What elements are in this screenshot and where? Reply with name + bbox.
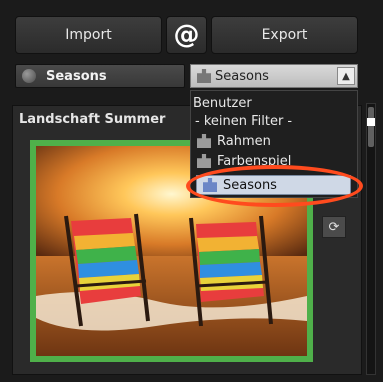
panel-title: Landschaft Summer (19, 112, 166, 127)
puzzle-icon (197, 154, 211, 168)
preset-label: Seasons (46, 68, 107, 84)
dropdown-item-rahmen[interactable]: Rahmen (191, 131, 357, 151)
refresh-button[interactable]: ⟳ (322, 216, 346, 238)
refresh-icon: ⟳ (328, 219, 340, 235)
scroll-marker (367, 118, 375, 126)
puzzle-icon (197, 134, 211, 148)
chevron-up-icon: ▲ (342, 70, 350, 82)
dropdown-item-label: - keinen Filter - (195, 113, 293, 129)
at-button[interactable]: @ (166, 16, 207, 54)
dropdown-item-label: Rahmen (217, 133, 271, 149)
highlight-annotation (186, 165, 363, 207)
dropdown-item-label: Benutzer (193, 95, 252, 111)
preset-icon (22, 69, 36, 83)
puzzle-icon (197, 69, 211, 83)
export-button[interactable]: Export (211, 16, 358, 54)
dropdown-item-no-filter[interactable]: - keinen Filter - (195, 111, 361, 131)
scrollbar-thumb[interactable] (368, 107, 374, 147)
filter-dropdown-value: Seasons (215, 68, 269, 84)
dropdown-item-benutzer[interactable]: Benutzer (193, 93, 359, 113)
preset-selector[interactable]: Seasons (15, 64, 185, 88)
import-button[interactable]: Import (15, 16, 162, 54)
dropdown-toggle-button[interactable]: ▲ (337, 67, 355, 85)
filter-dropdown[interactable]: Seasons ▲ (190, 64, 358, 88)
panel-scrollbar[interactable] (366, 103, 376, 375)
